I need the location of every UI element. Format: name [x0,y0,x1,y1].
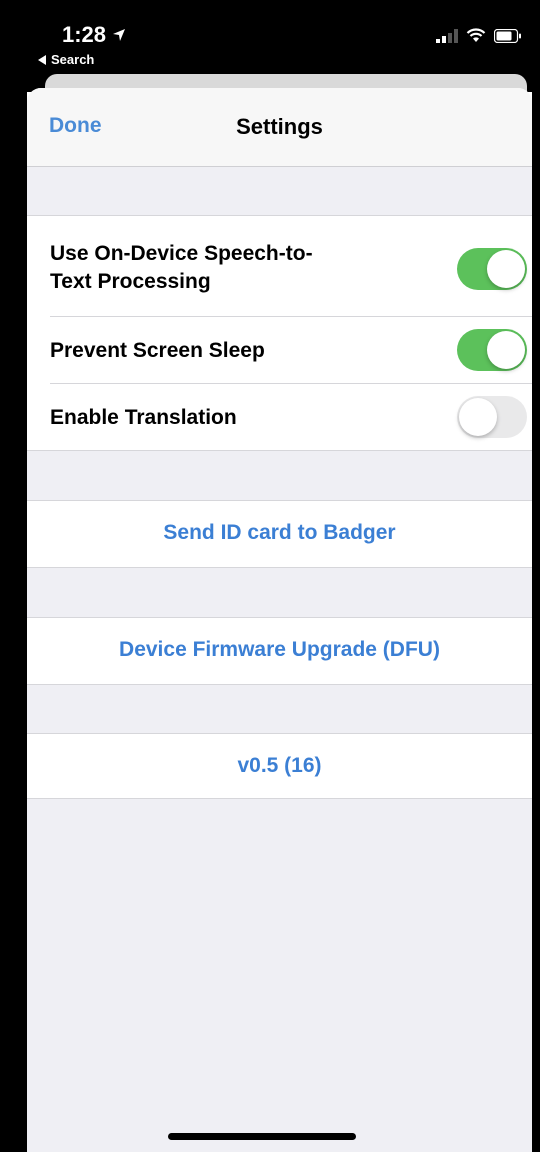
setting-row-speech-to-text: Use On-Device Speech-to- Text Processing [27,216,532,316]
version-row[interactable]: v0.5 (16) [27,734,532,798]
navigation-bar: Done Settings [27,88,532,167]
location-arrow-icon [113,29,126,41]
battery-icon [494,28,521,43]
section-spacer [27,568,532,617]
right-bezel [532,0,540,1152]
status-time: 1:28 [62,22,126,48]
speech-to-text-toggle[interactable] [457,248,527,290]
setting-label-prevent-sleep: Prevent Screen Sleep [50,339,265,362]
left-bezel [0,0,27,1152]
home-indicator[interactable] [168,1133,356,1140]
back-label: Search [51,52,95,67]
setting-label-translation: Enable Translation [50,406,237,429]
prevent-sleep-toggle[interactable] [457,329,527,371]
setting-row-prevent-sleep: Prevent Screen Sleep [27,317,532,383]
toggle-knob [459,398,497,436]
back-triangle-icon [38,54,46,65]
section-spacer [27,451,532,500]
status-indicators [436,28,522,43]
phone-screen: 1:28 Search Done Settings Use On-Device … [0,0,540,1152]
settings-sheet: Done Settings Use On-Device Speech-to- T… [27,88,532,1152]
dfu-label: Device Firmware Upgrade (DFU) [119,638,440,661]
version-label: v0.5 (16) [237,754,322,777]
toggle-knob [487,331,525,369]
send-id-card-button[interactable]: Send ID card to Badger [27,501,532,567]
empty-area [27,799,532,1152]
label-line-1: Use On-Device Speech-to- [50,242,313,265]
back-to-search-button[interactable]: Search [38,52,94,67]
page-title: Settings [236,114,323,139]
send-id-card-label: Send ID card to Badger [163,521,396,544]
label-line-2: Text Processing [50,270,211,293]
dfu-button[interactable]: Device Firmware Upgrade (DFU) [27,618,532,684]
wifi-icon [466,28,486,42]
time-text: 1:28 [62,22,107,47]
setting-row-translation: Enable Translation [27,384,532,450]
section-spacer [27,685,532,733]
cellular-signal-icon [436,28,458,43]
translation-toggle[interactable] [457,396,527,438]
toggle-knob [487,250,525,288]
section-spacer [27,167,532,215]
setting-label-speech-to-text: Use On-Device Speech-to- Text Processing [50,240,313,296]
